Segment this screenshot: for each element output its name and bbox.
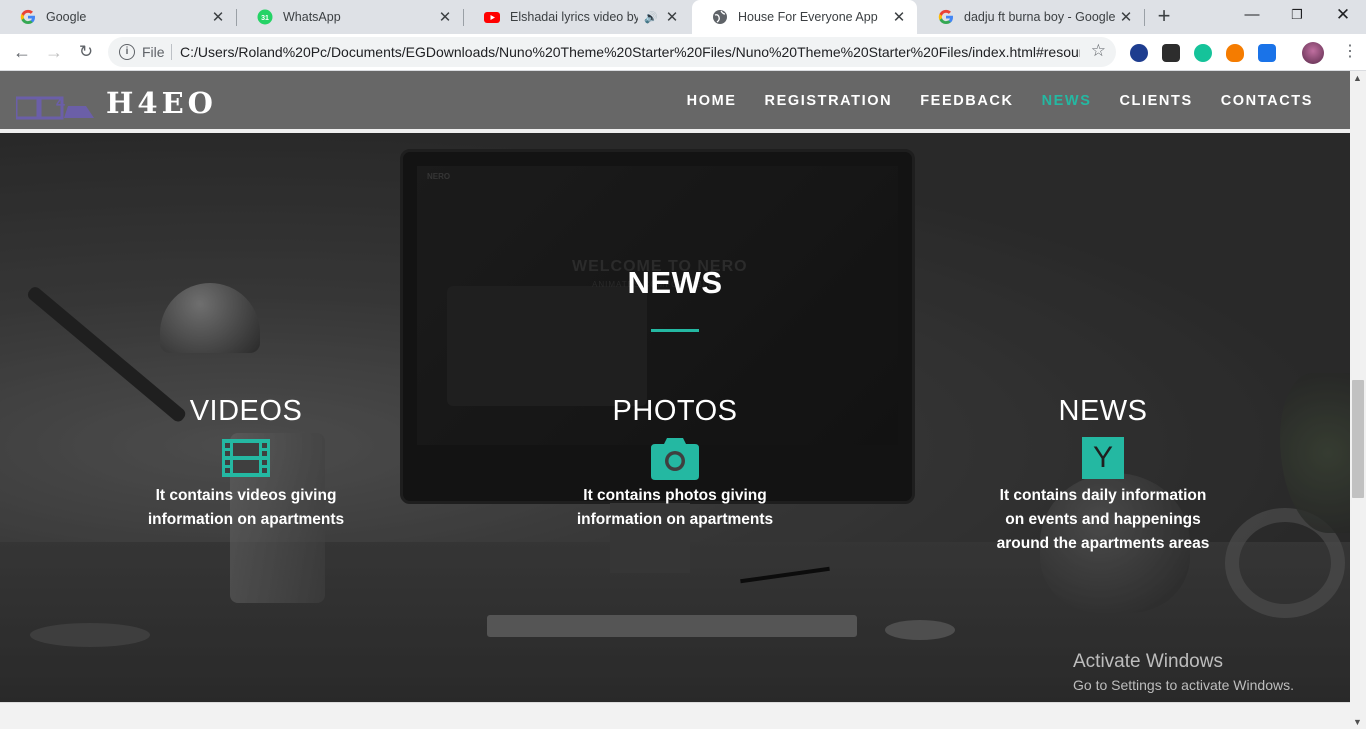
url-text[interactable]: C:/Users/Roland%20Pc/Documents/EGDownloa… <box>180 44 1080 60</box>
watermark-title: Activate Windows <box>1073 651 1223 672</box>
notification-badge: 31 <box>261 15 269 22</box>
tab-house-for-everyone[interactable]: House For Everyone App ✕ <box>692 0 917 34</box>
feature-videos: VIDEOS It contains videos giving informa… <box>96 395 396 532</box>
grammarly-icon[interactable] <box>1194 44 1212 62</box>
feature-description: It contains daily information on events … <box>953 484 1253 556</box>
info-icon[interactable]: i <box>119 44 135 60</box>
site-logo[interactable]: 4 H4EO <box>16 86 271 122</box>
window-close-button[interactable]: ✕ <box>1320 0 1366 32</box>
feature-news: NEWS Y It contains daily information on … <box>953 395 1253 556</box>
close-icon[interactable]: ✕ <box>891 8 907 26</box>
nav-home[interactable]: HOME <box>687 93 737 109</box>
feature-description-line: information on apartments <box>147 511 345 528</box>
y-combinator-icon[interactable]: Y <box>1082 437 1124 479</box>
feature-description-line: information on apartments <box>576 511 774 528</box>
feature-icon-wrap <box>525 436 825 480</box>
scroll-down-arrow[interactable]: ▼ <box>1353 717 1362 727</box>
feature-title: NEWS <box>1058 395 1148 427</box>
back-button[interactable]: ← <box>10 40 34 64</box>
extension-globe-icon[interactable] <box>1130 44 1148 62</box>
google-icon <box>938 9 953 24</box>
forward-button[interactable]: → <box>42 40 66 64</box>
nav-news[interactable]: NEWS <box>1042 93 1092 109</box>
watermark-subtitle: Go to Settings to activate Windows. <box>1073 677 1294 693</box>
bookmark-star-icon[interactable]: ☆ <box>1091 41 1106 61</box>
close-icon[interactable]: ✕ <box>1118 8 1134 26</box>
youtube-icon <box>484 12 500 23</box>
nav-clients[interactable]: CLIENTS <box>1119 93 1192 109</box>
section-title: NEWS <box>627 265 723 300</box>
feature-photos: PHOTOS It contains photos giving informa… <box>525 395 825 532</box>
close-icon[interactable]: ✕ <box>437 8 453 26</box>
logo-mark-icon: 4 <box>16 95 94 120</box>
google-icon <box>20 9 35 24</box>
scrollbar-thumb[interactable] <box>1352 380 1364 498</box>
nav-feedback[interactable]: FEEDBACK <box>920 93 1013 109</box>
tab-strip: Google ✕ 31 WhatsApp ✕ Elshadai lyrics v… <box>0 0 1366 34</box>
scroll-up-arrow[interactable]: ▲ <box>1353 73 1362 83</box>
feature-description-line: on events and happenings <box>1005 511 1201 528</box>
globe-icon <box>713 10 727 24</box>
restore-button[interactable]: ❐ <box>1274 0 1320 32</box>
nav-registration[interactable]: REGISTRATION <box>765 93 893 109</box>
logo-text: H4EO <box>106 86 217 120</box>
nav-contacts[interactable]: CONTACTS <box>1221 93 1313 109</box>
omnibox-divider <box>171 44 172 60</box>
extension-fire-icon[interactable] <box>1226 44 1244 62</box>
address-bar[interactable]: i File C:/Users/Roland%20Pc/Documents/EG… <box>108 37 1116 67</box>
menu-dots-icon[interactable]: ⋮ <box>1342 44 1358 60</box>
close-icon[interactable]: ✕ <box>664 8 680 26</box>
tab-youtube[interactable]: Elshadai lyrics video by H- 🔊 ✕ <box>464 0 690 34</box>
page-scrollbar[interactable]: ▲ ▼ <box>1350 71 1366 729</box>
scheme-label: File <box>142 44 165 60</box>
tab-whatsapp[interactable]: 31 WhatsApp ✕ <box>237 0 463 34</box>
tab-divider <box>1144 9 1145 26</box>
speaker-icon[interactable]: 🔊 <box>644 11 658 24</box>
close-icon[interactable]: ✕ <box>210 8 226 26</box>
tab-title: House For Everyone App <box>738 10 878 24</box>
site-navbar: 4 H4EO HOME REGISTRATION FEEDBACK NEWS C… <box>0 71 1350 129</box>
windows-activation-watermark: Activate Windows Go to Settings to activ… <box>1073 651 1294 693</box>
feature-description: It contains photos giving information on… <box>525 484 825 532</box>
svg-text:4: 4 <box>56 95 65 112</box>
feature-description-line: It contains photos giving <box>583 487 767 504</box>
feature-description-line: around the apartments areas <box>996 535 1210 552</box>
tab-title: dadju ft burna boy - Google Se <box>964 10 1118 24</box>
tab-google-search[interactable]: dadju ft burna boy - Google Se ✕ <box>918 0 1144 34</box>
new-tab-button[interactable]: + <box>1152 5 1176 29</box>
next-section-edge <box>0 702 1350 729</box>
camera-icon[interactable] <box>651 436 699 480</box>
feature-description: It contains videos giving information on… <box>96 484 396 532</box>
main-menu: HOME REGISTRATION FEEDBACK NEWS CLIENTS … <box>687 93 1313 109</box>
film-icon[interactable] <box>222 439 270 477</box>
feature-description-line: It contains daily information <box>999 487 1207 504</box>
web-page: NERO WELCOME TO NERO ANIMATES COMFORTABL… <box>0 71 1350 729</box>
minimize-button[interactable]: — <box>1229 0 1275 32</box>
feature-icon-wrap <box>96 436 396 480</box>
profile-avatar[interactable] <box>1302 42 1324 64</box>
tab-title: Google <box>46 10 87 24</box>
tab-google[interactable]: Google ✕ <box>0 0 236 34</box>
extension-thumbs-icon[interactable] <box>1258 44 1276 62</box>
feature-title: VIDEOS <box>189 395 303 427</box>
feature-icon-wrap: Y <box>953 436 1253 480</box>
browser-toolbar: ← → ↻ i File C:/Users/Roland%20Pc/Docume… <box>0 34 1366 71</box>
whatsapp-icon: 31 <box>257 9 273 25</box>
reload-button[interactable]: ↻ <box>74 40 98 64</box>
title-underline <box>651 329 699 332</box>
tab-title: Elshadai lyrics video by H- <box>510 10 639 24</box>
extension-toolbox-icon[interactable] <box>1162 44 1180 62</box>
feature-description-line: It contains videos giving <box>155 487 337 504</box>
feature-title: PHOTOS <box>612 395 738 427</box>
tab-title: WhatsApp <box>283 10 341 24</box>
